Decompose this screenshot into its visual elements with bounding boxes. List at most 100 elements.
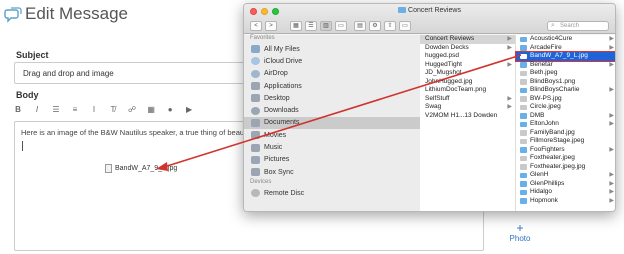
numbered-list-button[interactable]: ≡ <box>71 105 79 114</box>
file-list-row[interactable]: BlindBoys1.png <box>516 78 615 87</box>
file-list-row[interactable]: Hopmonk ▶ <box>516 196 615 206</box>
file-list-row[interactable]: Concert Reviews ▶ <box>420 35 515 44</box>
folder-icon <box>520 62 527 68</box>
chevron-right-icon: ▶ <box>609 197 614 204</box>
file-list-row[interactable]: Foxtheater.jpeg.jpg <box>516 162 615 172</box>
sidebar-item-movies[interactable]: Movies <box>244 129 420 141</box>
folder-icon <box>398 7 407 13</box>
folder-icon <box>520 87 527 93</box>
folder-icon <box>520 147 527 153</box>
file-list-row[interactable]: BandW_A7_9_L.jpg <box>515 51 615 62</box>
file-list-row[interactable]: GlenH ▶ <box>516 171 615 180</box>
file-list-row[interactable]: Beth.jpeg <box>516 69 615 78</box>
image-icon[interactable]: ▦ <box>147 105 155 114</box>
chevron-right-icon: ▶ <box>609 121 614 127</box>
file-list-row-label: Hopmonk <box>530 196 558 204</box>
italic-button[interactable]: I <box>33 105 41 114</box>
photo-label: Photo <box>509 234 531 243</box>
chevron-right-icon: ▶ <box>609 112 614 119</box>
file-list-row-label: Foxtheater.jpeg <box>530 154 575 161</box>
pictures-icon <box>251 155 260 164</box>
action-button[interactable]: ⚙ <box>369 20 381 31</box>
file-list-row-label: Foxtheater.jpeg.jpg <box>530 162 586 170</box>
file-list-row[interactable]: GlenPhillips ▶ <box>516 179 615 189</box>
finder-titlebar: Concert Reviews < > ▦ ☰ ▥ ▭ ▤ ⚙ ⇧ ▭ Sear… <box>244 4 615 34</box>
file-list-row[interactable]: ArcadeFire ▶ <box>516 43 615 53</box>
image-file-icon <box>520 130 527 136</box>
file-list-row[interactable]: hugged.psd <box>420 52 515 61</box>
file-list-row-label: Acoustic4Cure <box>530 35 573 42</box>
add-photo-button[interactable]: + Photo <box>490 222 550 254</box>
view-columns-button[interactable]: ▥ <box>320 20 332 31</box>
file-list-row[interactable]: SelfStuff ▶ <box>420 95 515 104</box>
chevron-right-icon: ▶ <box>609 61 614 68</box>
sidebar-item-downloads[interactable]: Downloads <box>244 104 420 116</box>
page-title: Edit Message <box>25 4 128 23</box>
bold-button[interactable]: B <box>14 105 22 114</box>
download-icon <box>251 106 260 115</box>
video-icon[interactable]: ▶ <box>185 105 193 114</box>
view-gallery-button[interactable]: ▭ <box>335 20 347 31</box>
file-list-row[interactable]: FillmoreStage.jpeg <box>516 137 615 146</box>
file-list-row[interactable]: Hidalgo ▶ <box>516 188 615 197</box>
file-list-row[interactable]: BW-PS.jpg <box>516 95 615 104</box>
file-list-row[interactable]: Acoustic4Cure ▶ <box>516 35 615 44</box>
sidebar-item-desktop[interactable]: Desktop <box>244 92 420 104</box>
favorites-heading: Favorites <box>250 35 275 41</box>
chevron-right-icon: ▶ <box>609 172 614 178</box>
camera-icon[interactable]: ● <box>166 105 174 114</box>
file-list-row[interactable]: JohnHugged.jpg <box>420 78 515 87</box>
image-file-icon <box>520 79 527 85</box>
forward-button[interactable]: > <box>265 20 277 31</box>
sidebar-item-documents[interactable]: Documents <box>244 116 420 130</box>
file-list-row[interactable]: Benetar ▶ <box>516 61 615 70</box>
sidebar-item-icloud-drive[interactable]: iCloud Drive <box>244 55 420 67</box>
file-list-row[interactable]: V2MOM H1...13 Dowden <box>420 112 515 121</box>
text-cursor <box>22 141 23 151</box>
tags-button[interactable]: ▭ <box>399 20 411 31</box>
file-list-row[interactable]: LithiumDocTeam.png <box>420 86 515 95</box>
sidebar-item-box-sync[interactable]: Box Sync <box>244 166 420 178</box>
view-list-button[interactable]: ☰ <box>305 20 317 31</box>
attachment-name: BandW_A7_9_L.jpg <box>115 165 178 172</box>
chevron-right-icon: ▶ <box>609 180 614 187</box>
clear-format-button[interactable]: T̸ <box>109 105 117 114</box>
sidebar-item-applications[interactable]: Applications <box>244 80 420 92</box>
file-list-row-label: FooFighters <box>530 145 565 153</box>
file-list-row[interactable]: JD_Mugshot <box>420 69 515 78</box>
back-button[interactable]: < <box>250 20 262 31</box>
sidebar-item-music[interactable]: Music <box>244 141 420 153</box>
file-list-row-label: DMB <box>530 111 545 119</box>
sidebar-item-airdrop[interactable]: AirDrop <box>244 68 420 80</box>
sidebar-item-all-my-files[interactable]: All My Files <box>244 43 420 55</box>
share-button[interactable]: ⇧ <box>384 20 396 31</box>
file-list-row[interactable]: Swag ▶ <box>420 103 515 112</box>
view-icons-button[interactable]: ▦ <box>290 20 302 31</box>
link-icon[interactable]: ☍ <box>128 105 136 114</box>
file-list-row[interactable]: FamilyBand.jpg <box>516 129 615 138</box>
file-list-row[interactable]: FooFighters ▶ <box>516 145 615 155</box>
attachment[interactable]: BandW_A7_9_L.jpg <box>105 164 177 173</box>
file-list-row[interactable]: Dowden Decks ▶ <box>420 44 515 53</box>
all-files-icon <box>251 45 260 54</box>
indent-button[interactable]: I <box>90 105 98 114</box>
folder-icon <box>520 181 527 187</box>
search-input[interactable]: Search <box>547 20 609 31</box>
file-list-row-label: GlenPhillips <box>530 179 565 187</box>
file-list-row[interactable]: Foxtheater.jpeg <box>516 154 615 163</box>
file-list-row[interactable]: Circle.jpeg <box>516 103 615 112</box>
file-list-row[interactable]: EltonJohn ▶ <box>516 120 615 129</box>
file-list-row-label: BandW_A7_9_L.jpg <box>530 52 588 59</box>
file-list-row-label: ArcadeFire <box>530 43 562 51</box>
file-list-row[interactable]: HuggedTight ▶ <box>420 61 515 70</box>
arrange-button[interactable]: ▤ <box>354 20 366 31</box>
sidebar-item-pictures[interactable]: Pictures <box>244 154 420 166</box>
file-list-row[interactable]: DMB ▶ <box>516 111 615 121</box>
file-list-row-label: GlenH <box>530 171 549 178</box>
bullet-list-button[interactable]: ☰ <box>52 105 60 114</box>
file-list-row-label: EltonJohn <box>530 120 559 127</box>
file-list-row-label: Circle.jpeg <box>530 103 561 110</box>
sidebar-item-remote-disc[interactable]: Remote Disc <box>244 187 420 199</box>
file-list-row-label: Swag <box>425 103 442 110</box>
file-list-row[interactable]: BlindBoysCharlie ▶ <box>516 86 615 95</box>
